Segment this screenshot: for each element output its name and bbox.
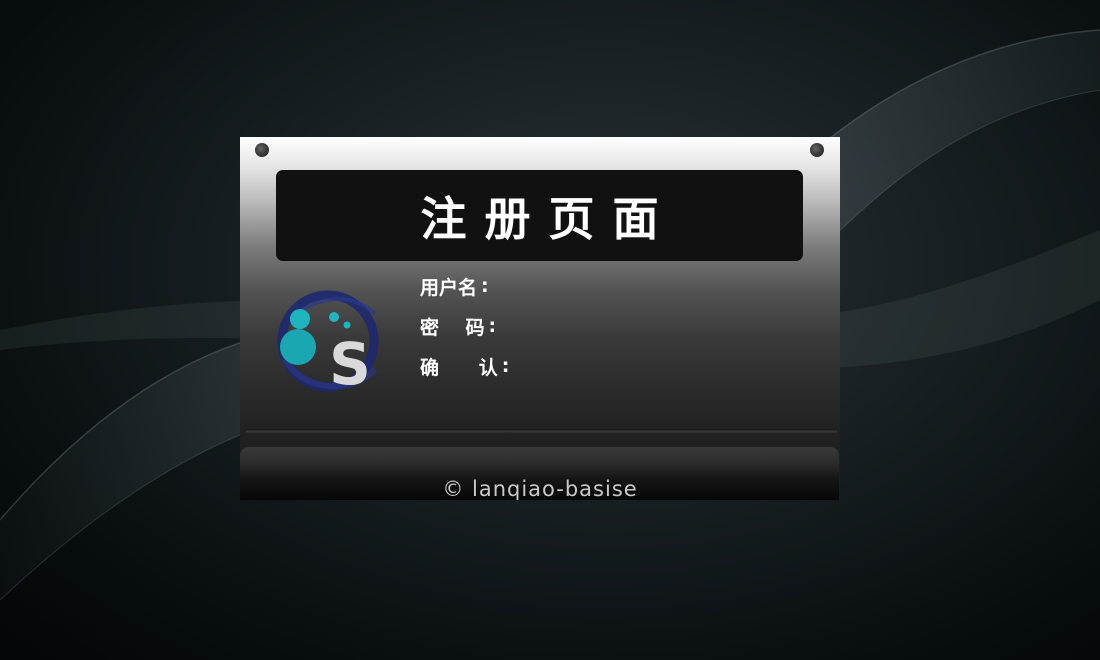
password-input[interactable] xyxy=(504,315,764,337)
screw-right-icon xyxy=(810,143,824,157)
screw-left-icon xyxy=(255,143,269,157)
password-label: 密 码 xyxy=(420,316,485,339)
register-card: 注册页面 S 用户名: 密 码: 确 认: © lanqiao-basise xyxy=(240,137,840,500)
confirm-label: 确 认 xyxy=(420,356,498,379)
page-title: 注册页面 xyxy=(420,191,677,246)
brand-logo-icon: S xyxy=(277,290,379,398)
password-row: 密 码: xyxy=(420,314,764,339)
password-colon: : xyxy=(488,315,497,337)
username-colon: : xyxy=(481,275,489,297)
username-input[interactable] xyxy=(497,275,757,297)
copyright-text: © lanqiao-basise xyxy=(442,477,638,500)
confirm-row: 确 认: xyxy=(420,354,777,379)
confirm-colon: : xyxy=(501,355,510,377)
divider xyxy=(246,429,837,434)
logo-letter: S xyxy=(329,330,371,398)
title-bar: 注册页面 xyxy=(276,170,803,261)
username-label: 用户名 xyxy=(420,276,478,299)
confirm-password-input[interactable] xyxy=(517,355,777,377)
username-row: 用户名: xyxy=(420,274,757,299)
